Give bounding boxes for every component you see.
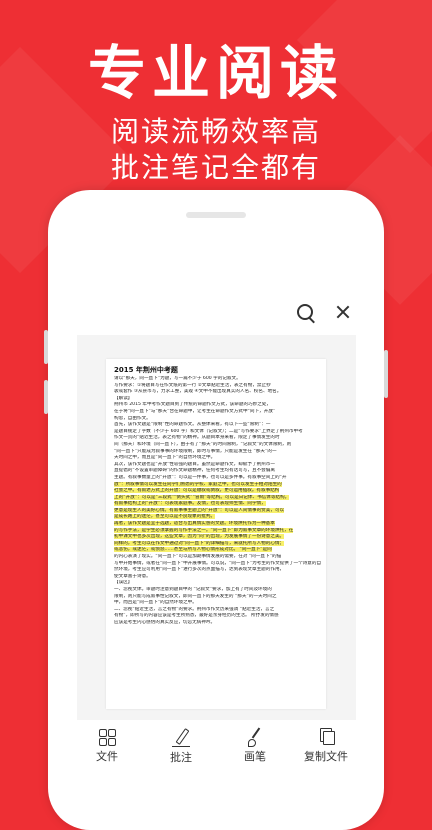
document-line: 天时间之中，而且是“同一直下”的自然环境之中。 <box>114 455 216 461</box>
document-line: 【误区】 <box>114 580 133 586</box>
document-line: 初中课文中也多次出现，这些文章，因为“同”的出现，为发展事情了一份诗意之美。 <box>106 534 326 541</box>
highlight-annotation[interactable]: 是成长路上的迷茫，甚至可以是不良现象的批判。 <box>114 514 216 520</box>
document-line: 首先，该作文题是“限制”性的命题作文。从整体来看，有以下一些“限制”：一 <box>114 422 271 428</box>
document-line: 在于将“同一直下”与“那天”合在命题中，让考生在命题作文方式中“同下，开放” <box>114 408 276 414</box>
document-line: 应该是考生内心感悟的真实反应，切忌无病神吟。 <box>114 619 216 625</box>
document-line: 请以“那天，同一直下”为题，写一篇不少于 600 字的记叙文。 <box>114 376 241 381</box>
document-line: 然环境，考生应可利用“同一直下”进行多次的点面描写，达到表现文章主题的作用， <box>114 567 285 573</box>
reader-topbar <box>77 291 356 335</box>
promo-subline-2: 批注笔记全都有 <box>110 151 321 184</box>
document-line: 一、忽视文体。审题时注意到题目中的 “记叙文”要求，加上有了时间及环境的 <box>114 587 272 592</box>
phone-side-button <box>44 380 48 414</box>
document-line: 构思，自由作文。 <box>114 415 151 421</box>
highlight-annotation[interactable]: 上的“开放”：可以是“三段式”“倒头式”“冒雨”等结构。可以是日记体、书信体等结… <box>114 494 290 500</box>
document-line: 有物”，即所写的内容应该是考生所熟悉，最好是亲身经历的生活。 所抒发的情感 <box>114 613 279 619</box>
pen-icon <box>172 728 190 747</box>
document-line: 【解读】 <box>114 395 133 401</box>
document-line: 写中开始事情，或者在“同一直下”中开展事情。可以说，“同一直下”为考生的作文提供… <box>114 560 322 566</box>
search-icon[interactable] <box>297 304 313 320</box>
tab-file[interactable]: 文件 <box>77 728 137 764</box>
document-line: 放”：所叙事情可以发生在同学们熟悉的学校、家庭之中，也可以发生于相对陌生的 <box>106 481 326 489</box>
document-line: “同一直下”只能成为叙事事的环境限制，即时写事情，只能是发生在 “那天”的一 <box>114 448 277 454</box>
highlight-annotation[interactable]: 有叙事结构上的“开放”：可表现家庭事。友情，也可表现师生情、同学情， <box>114 501 266 507</box>
document-body: 请以“那天，同一直下”为题，写一篇不少于 600 字的记叙文。 写作要求：①将题目… <box>106 376 326 627</box>
tab-brush[interactable]: 画笔 <box>225 728 285 764</box>
document-title: 2015 年荆州中考题 <box>114 366 178 374</box>
tab-brush-label: 画笔 <box>244 750 266 763</box>
tab-file-label: 文件 <box>96 750 118 763</box>
highlight-annotation[interactable]: 或悲伤，或迷茫，或愤怒……甚至与所写人物心情形成对比。 “同一直下”是同 <box>114 547 272 553</box>
document-line: 社会之中。有叙述方式上的开放：可以是顺叙或倒叙，更可运用插叙。有叙事结构 <box>106 488 326 495</box>
document-line: 是题目规定了字数（不少于 600 字）和文体（记叙文）；二是“写作要求”上界定了… <box>114 428 303 434</box>
document-line: 二、忽视“贴近生活，言之有物”的要求。荆州市作文历来强调 “贴近生活，言之 <box>114 606 275 612</box>
highlight-annotation[interactable]: 同样的，考生可以在作文中通过对“同一直下”的详细描写，来就托所写人物的心情； <box>114 540 285 546</box>
brush-icon <box>246 728 264 747</box>
close-icon[interactable] <box>335 305 349 319</box>
document-page[interactable]: 2015 年荆州中考题 请以“那天，同一直下”为题，写一篇不少于 600 字的记… <box>106 359 326 709</box>
document-line: 同样的，考生可以在作文中通过对“同一直下”的详细描写，来就托所写人物的心情； <box>106 540 326 548</box>
grid-icon <box>98 728 116 746</box>
phone-speaker <box>186 212 246 218</box>
document-line: 是成长路上的迷茫，甚至可以是不良现象的批判。 <box>106 514 326 521</box>
document-line: 的内心表演了现实。“同一直下”可以是加期事情发展的需要，在对 “同一直下”的描 <box>114 554 282 560</box>
tab-copy-file-label: 复制文件 <box>304 750 348 763</box>
document-line: 主题。有叙事数量上的“开放”：可以是一件事，也可以是多件事。有叙事空间上的“开 <box>114 474 287 480</box>
phone-side-button <box>384 350 388 398</box>
highlight-annotation[interactable]: 更意是现生人的美好心情。有叙事事主题上的“开放”：可以是人间情事的赞美，可以 <box>114 507 285 513</box>
document-line: 荆州市 2015 年中考作文题目到了传统的命题作文方式，该命题的巧妙之处， <box>114 402 272 408</box>
highlight-annotation[interactable]: 再者，该作文题是宜于选题，适合写出真情实感的文题。环境烘托作为一种基本 <box>114 521 275 527</box>
tab-copy-file[interactable]: 复制文件 <box>296 728 356 764</box>
tab-annotate-label: 批注 <box>170 751 192 764</box>
document-line: 袭或套作 ③从县市写，力求工整，美观 ④文中不能出现真实的人名、校名、地名。 <box>114 389 282 395</box>
document-line: 或悲伤，或迷茫，或愤怒……甚至与所写人物心情形成对比。 “同一直下”是同 <box>106 547 326 554</box>
document-line: 中，而且是“同一直下”的自然环境之中。 <box>114 600 197 606</box>
highlight-annotation[interactable]: 的写作手法，是学生必须掌握的写作手法之一。“同一直下”即为叙事文章的环境烘托，在 <box>114 527 294 533</box>
document-line: 直提倡的“不设置审题障碍”的作文命题精神，任何考生均有话可写，且不会偏离 <box>114 468 275 474</box>
document-line: 更意是现生人的美好心情。有叙事事主题上的“开放”：可以是人间情事的赞美，可以 <box>106 507 326 515</box>
document-line: 作文一贯的“贴近生活，表之有物”的精神。从题目本身来看，限定了事情发生的时 <box>114 435 280 441</box>
reader-screen: 2015 年荆州中考题 请以“那天，同一直下”为题，写一篇不少于 600 字的记… <box>77 291 356 768</box>
document-line: 再者，该作文题是宜于选题，适合写出真情实感的文题。环境烘托作为一种基本 <box>106 521 326 528</box>
document-line: 限制，则只能写成叙事性记叙文，即同一直下的那天发生的 “那天”的一天时间之 <box>114 593 277 599</box>
document-line: 的写作手法，是学生必须掌握的写作手法之一。“同一直下”即为叙事文章的环境烘托，在 <box>106 527 326 535</box>
document-line: 间（那天）和环境（同一直下），由于有了“那天”的时间限制，“记叙文”的文体限制，… <box>114 441 292 447</box>
copy-icon <box>317 728 335 746</box>
highlight-annotation[interactable]: 初中课文中也多次出现，这些文章，因为“同”的出现，为发展事情了一份诗意之美。 <box>114 534 285 540</box>
document-line: 有叙事结构上的“开放”：可表现家庭事。友情，也可表现师生情、同学情， <box>106 501 326 508</box>
document-line: 上的“开放”：可以是“三段式”“倒头式”“冒雨”等结构。可以是日记体、书信体等结… <box>106 494 326 502</box>
promo-headline: 专业阅读 <box>87 39 344 107</box>
highlight-annotation[interactable]: 放”：所叙事情可以发生在同学们熟悉的学校、家庭之中，也可以发生于相对陌生的 <box>114 481 282 487</box>
document-line: 写作要求：①将题目写在作文纸的第一行 ②文章贴近生活，表之有物，禁止抄 <box>114 382 271 388</box>
reader-toolbar: 文件 批注 画笔 复制文件 <box>77 720 356 768</box>
document-line: 其次，该作文题也是“开放”性较强的题目。虽然是命题作文，却赋予了荆州市一 <box>114 461 275 467</box>
promo-subline-1: 阅读流畅效率高 <box>110 115 321 148</box>
highlight-annotation[interactable]: 社会之中。有叙述方式上的开放：可以是顺叙或倒叙，更可运用插叙。有叙事结构 <box>114 488 280 494</box>
document-line: 使文章富于诗意。 <box>114 573 151 579</box>
phone-side-button <box>44 330 48 364</box>
tab-annotate[interactable]: 批注 <box>151 728 211 765</box>
